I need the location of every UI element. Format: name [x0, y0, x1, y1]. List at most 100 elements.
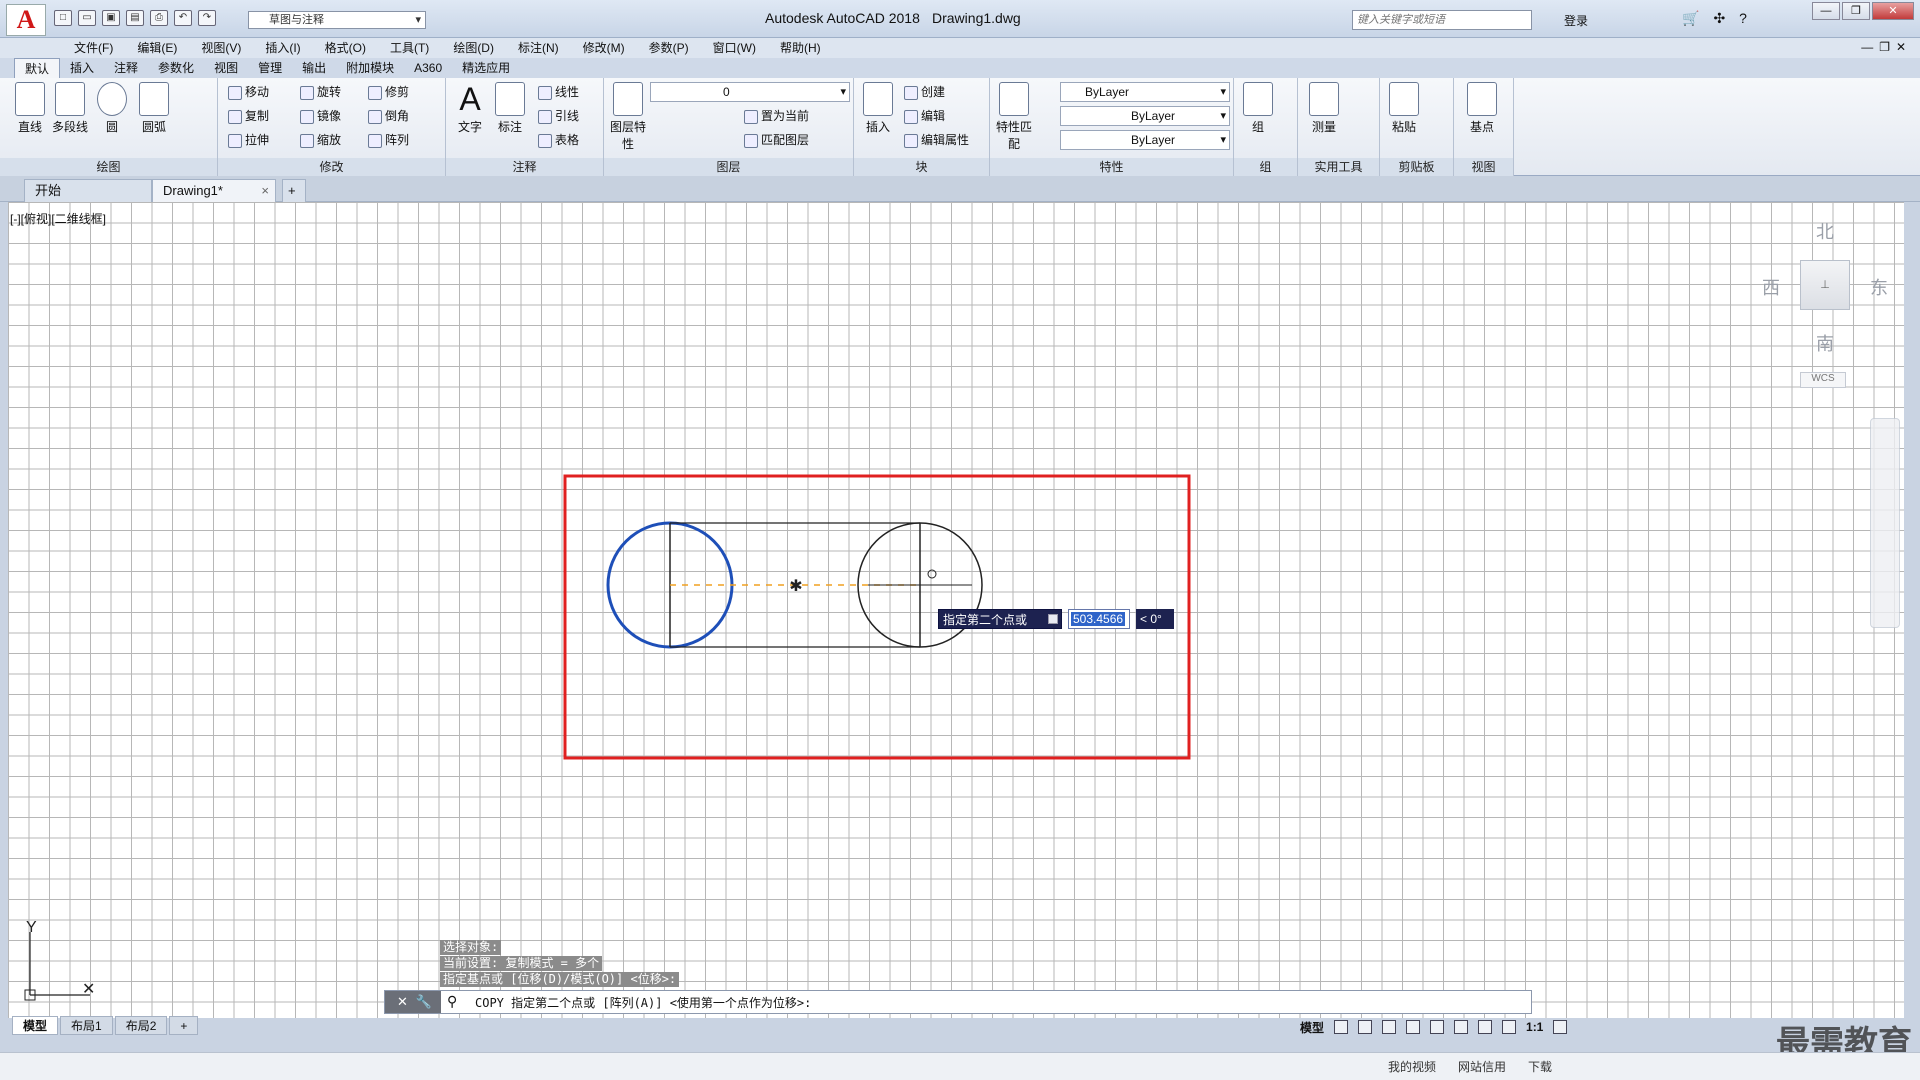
- viewcube[interactable]: 北 南 东 西 ⊥ WCS: [1748, 218, 1898, 388]
- polyline-button[interactable]: 多段线: [50, 82, 90, 135]
- tab-output[interactable]: 输出: [292, 58, 336, 78]
- application-menu-button[interactable]: A: [6, 4, 46, 36]
- panel-clipboard-title[interactable]: 剪贴板: [1380, 158, 1453, 176]
- command-line-controls[interactable]: ✕🔧: [385, 991, 441, 1013]
- add-layout-button[interactable]: +: [169, 1016, 199, 1035]
- panel-annotation-title[interactable]: 注释: [446, 158, 603, 176]
- tab-layout2[interactable]: 布局2: [114, 1016, 168, 1035]
- annotation-scale[interactable]: 1:1: [1526, 1020, 1543, 1034]
- help-icon[interactable]: ?: [1739, 10, 1747, 27]
- mirror-button[interactable]: 镜像: [300, 106, 341, 126]
- rotate-button[interactable]: 旋转: [300, 82, 341, 102]
- menu-modify[interactable]: 修改(M): [571, 38, 637, 58]
- text-button[interactable]: A 文字: [450, 82, 490, 135]
- panel-groups-title[interactable]: 组: [1234, 158, 1297, 176]
- snap-icon[interactable]: [1358, 1020, 1373, 1034]
- viewport-controls[interactable]: [-][俯视][二维线框]: [10, 210, 106, 227]
- trim-button[interactable]: 修剪: [368, 82, 409, 102]
- edit-attributes-button[interactable]: 编辑属性: [904, 130, 969, 150]
- model-space-button[interactable]: 模型: [1300, 1019, 1324, 1036]
- create-block-button[interactable]: 创建: [904, 82, 945, 102]
- polar-icon[interactable]: [1406, 1020, 1421, 1034]
- my-videos-link[interactable]: 我的视频: [1388, 1058, 1436, 1075]
- base-view-button[interactable]: 基点: [1462, 82, 1502, 135]
- download-link[interactable]: 下载: [1528, 1058, 1552, 1075]
- tab-addins[interactable]: 附加模块: [336, 58, 404, 78]
- command-prompt-icon[interactable]: ⚲: [447, 993, 457, 1010]
- menu-file[interactable]: 文件(F): [62, 38, 125, 58]
- new-tab-button[interactable]: +: [282, 179, 306, 202]
- otrack-icon[interactable]: [1454, 1020, 1469, 1034]
- menu-edit[interactable]: 编辑(E): [125, 38, 189, 58]
- tab-featured-apps[interactable]: 精选应用: [452, 58, 520, 78]
- document-window-controls[interactable]: —❐✕: [1861, 40, 1912, 54]
- paste-button[interactable]: 粘贴: [1384, 82, 1424, 135]
- fillet-button[interactable]: 倒角: [368, 106, 409, 126]
- linear-button[interactable]: 线性: [538, 82, 579, 102]
- line-button[interactable]: 直线: [10, 82, 50, 135]
- viewcube-north[interactable]: 北: [1816, 218, 1834, 244]
- dropdown-icon[interactable]: [1048, 614, 1058, 624]
- tab-manage[interactable]: 管理: [248, 58, 292, 78]
- tab-parametric[interactable]: 参数化: [148, 58, 204, 78]
- dynamic-input-angle[interactable]: < 0°: [1136, 609, 1174, 629]
- tab-insert[interactable]: 插入: [60, 58, 104, 78]
- redo-icon[interactable]: ↷: [198, 10, 216, 26]
- wcs-menu[interactable]: WCS: [1800, 372, 1846, 388]
- menu-view[interactable]: 视图(V): [189, 38, 253, 58]
- arc-button[interactable]: 圆弧: [134, 82, 174, 135]
- menu-draw[interactable]: 绘图(D): [441, 38, 506, 58]
- tab-home[interactable]: 默认: [14, 58, 61, 78]
- viewcube-south[interactable]: 南: [1816, 330, 1834, 356]
- stretch-button[interactable]: 拉伸: [228, 130, 269, 150]
- tab-a360[interactable]: A360: [404, 58, 452, 78]
- panel-modify-title[interactable]: 修改: [218, 158, 445, 176]
- lineweight-icon[interactable]: [1478, 1020, 1493, 1034]
- tab-start[interactable]: 开始: [24, 179, 152, 202]
- group-button[interactable]: 组: [1238, 82, 1278, 135]
- grid-icon[interactable]: [1334, 1020, 1349, 1034]
- close-button[interactable]: ✕: [1872, 2, 1914, 20]
- insert-block-button[interactable]: 插入: [858, 82, 898, 135]
- menu-tools[interactable]: 工具(T): [378, 38, 441, 58]
- ortho-icon[interactable]: [1382, 1020, 1397, 1034]
- viewcube-east[interactable]: 东: [1870, 274, 1888, 300]
- array-button[interactable]: 阵列: [368, 130, 409, 150]
- measure-button[interactable]: 测量: [1304, 82, 1344, 135]
- maximize-button[interactable]: ❐: [1842, 2, 1870, 20]
- tab-layout1[interactable]: 布局1: [60, 1016, 113, 1035]
- tab-model[interactable]: 模型: [12, 1016, 59, 1035]
- print-icon[interactable]: ⎙: [150, 10, 168, 26]
- set-current-button[interactable]: 置为当前: [744, 106, 809, 126]
- minimize-button[interactable]: —: [1812, 2, 1840, 20]
- annotation-visibility-icon[interactable]: [1502, 1020, 1517, 1034]
- exchange-icon[interactable]: ✣: [1713, 10, 1725, 27]
- tab-annotate[interactable]: 注释: [104, 58, 148, 78]
- edit-block-button[interactable]: 编辑: [904, 106, 945, 126]
- scale-button[interactable]: 缩放: [300, 130, 341, 150]
- color-select[interactable]: ByLayer: [1060, 82, 1230, 102]
- site-credit-link[interactable]: 网站信用: [1458, 1058, 1506, 1075]
- close-tab-icon[interactable]: ×: [261, 180, 269, 202]
- save-icon[interactable]: ▣: [102, 10, 120, 26]
- search-input[interactable]: 键入关键字或短语: [1352, 10, 1532, 30]
- tab-view[interactable]: 视图: [204, 58, 248, 78]
- table-button[interactable]: 表格: [538, 130, 579, 150]
- settings-gear-icon[interactable]: [1553, 1020, 1568, 1034]
- dynamic-input-distance[interactable]: 503.4566: [1068, 609, 1130, 629]
- layer-properties-button[interactable]: 图层特性: [608, 82, 648, 152]
- circle-button[interactable]: 圆: [92, 82, 132, 135]
- panel-draw-title[interactable]: 绘图: [0, 158, 217, 176]
- navigation-bar[interactable]: [1870, 418, 1900, 628]
- login-button[interactable]: 登录: [1564, 12, 1588, 29]
- panel-properties-title[interactable]: 特性: [990, 158, 1233, 176]
- leader-button[interactable]: 引线: [538, 106, 579, 126]
- open-icon[interactable]: ▭: [78, 10, 96, 26]
- osnap-icon[interactable]: [1430, 1020, 1445, 1034]
- menu-format[interactable]: 格式(O): [313, 38, 378, 58]
- match-layer-button[interactable]: 匹配图层: [744, 130, 809, 150]
- menu-dimension[interactable]: 标注(N): [506, 38, 571, 58]
- menu-parametric[interactable]: 参数(P): [637, 38, 701, 58]
- panel-view-title[interactable]: 视图: [1454, 158, 1513, 176]
- lineweight-select[interactable]: ByLayer: [1060, 130, 1230, 150]
